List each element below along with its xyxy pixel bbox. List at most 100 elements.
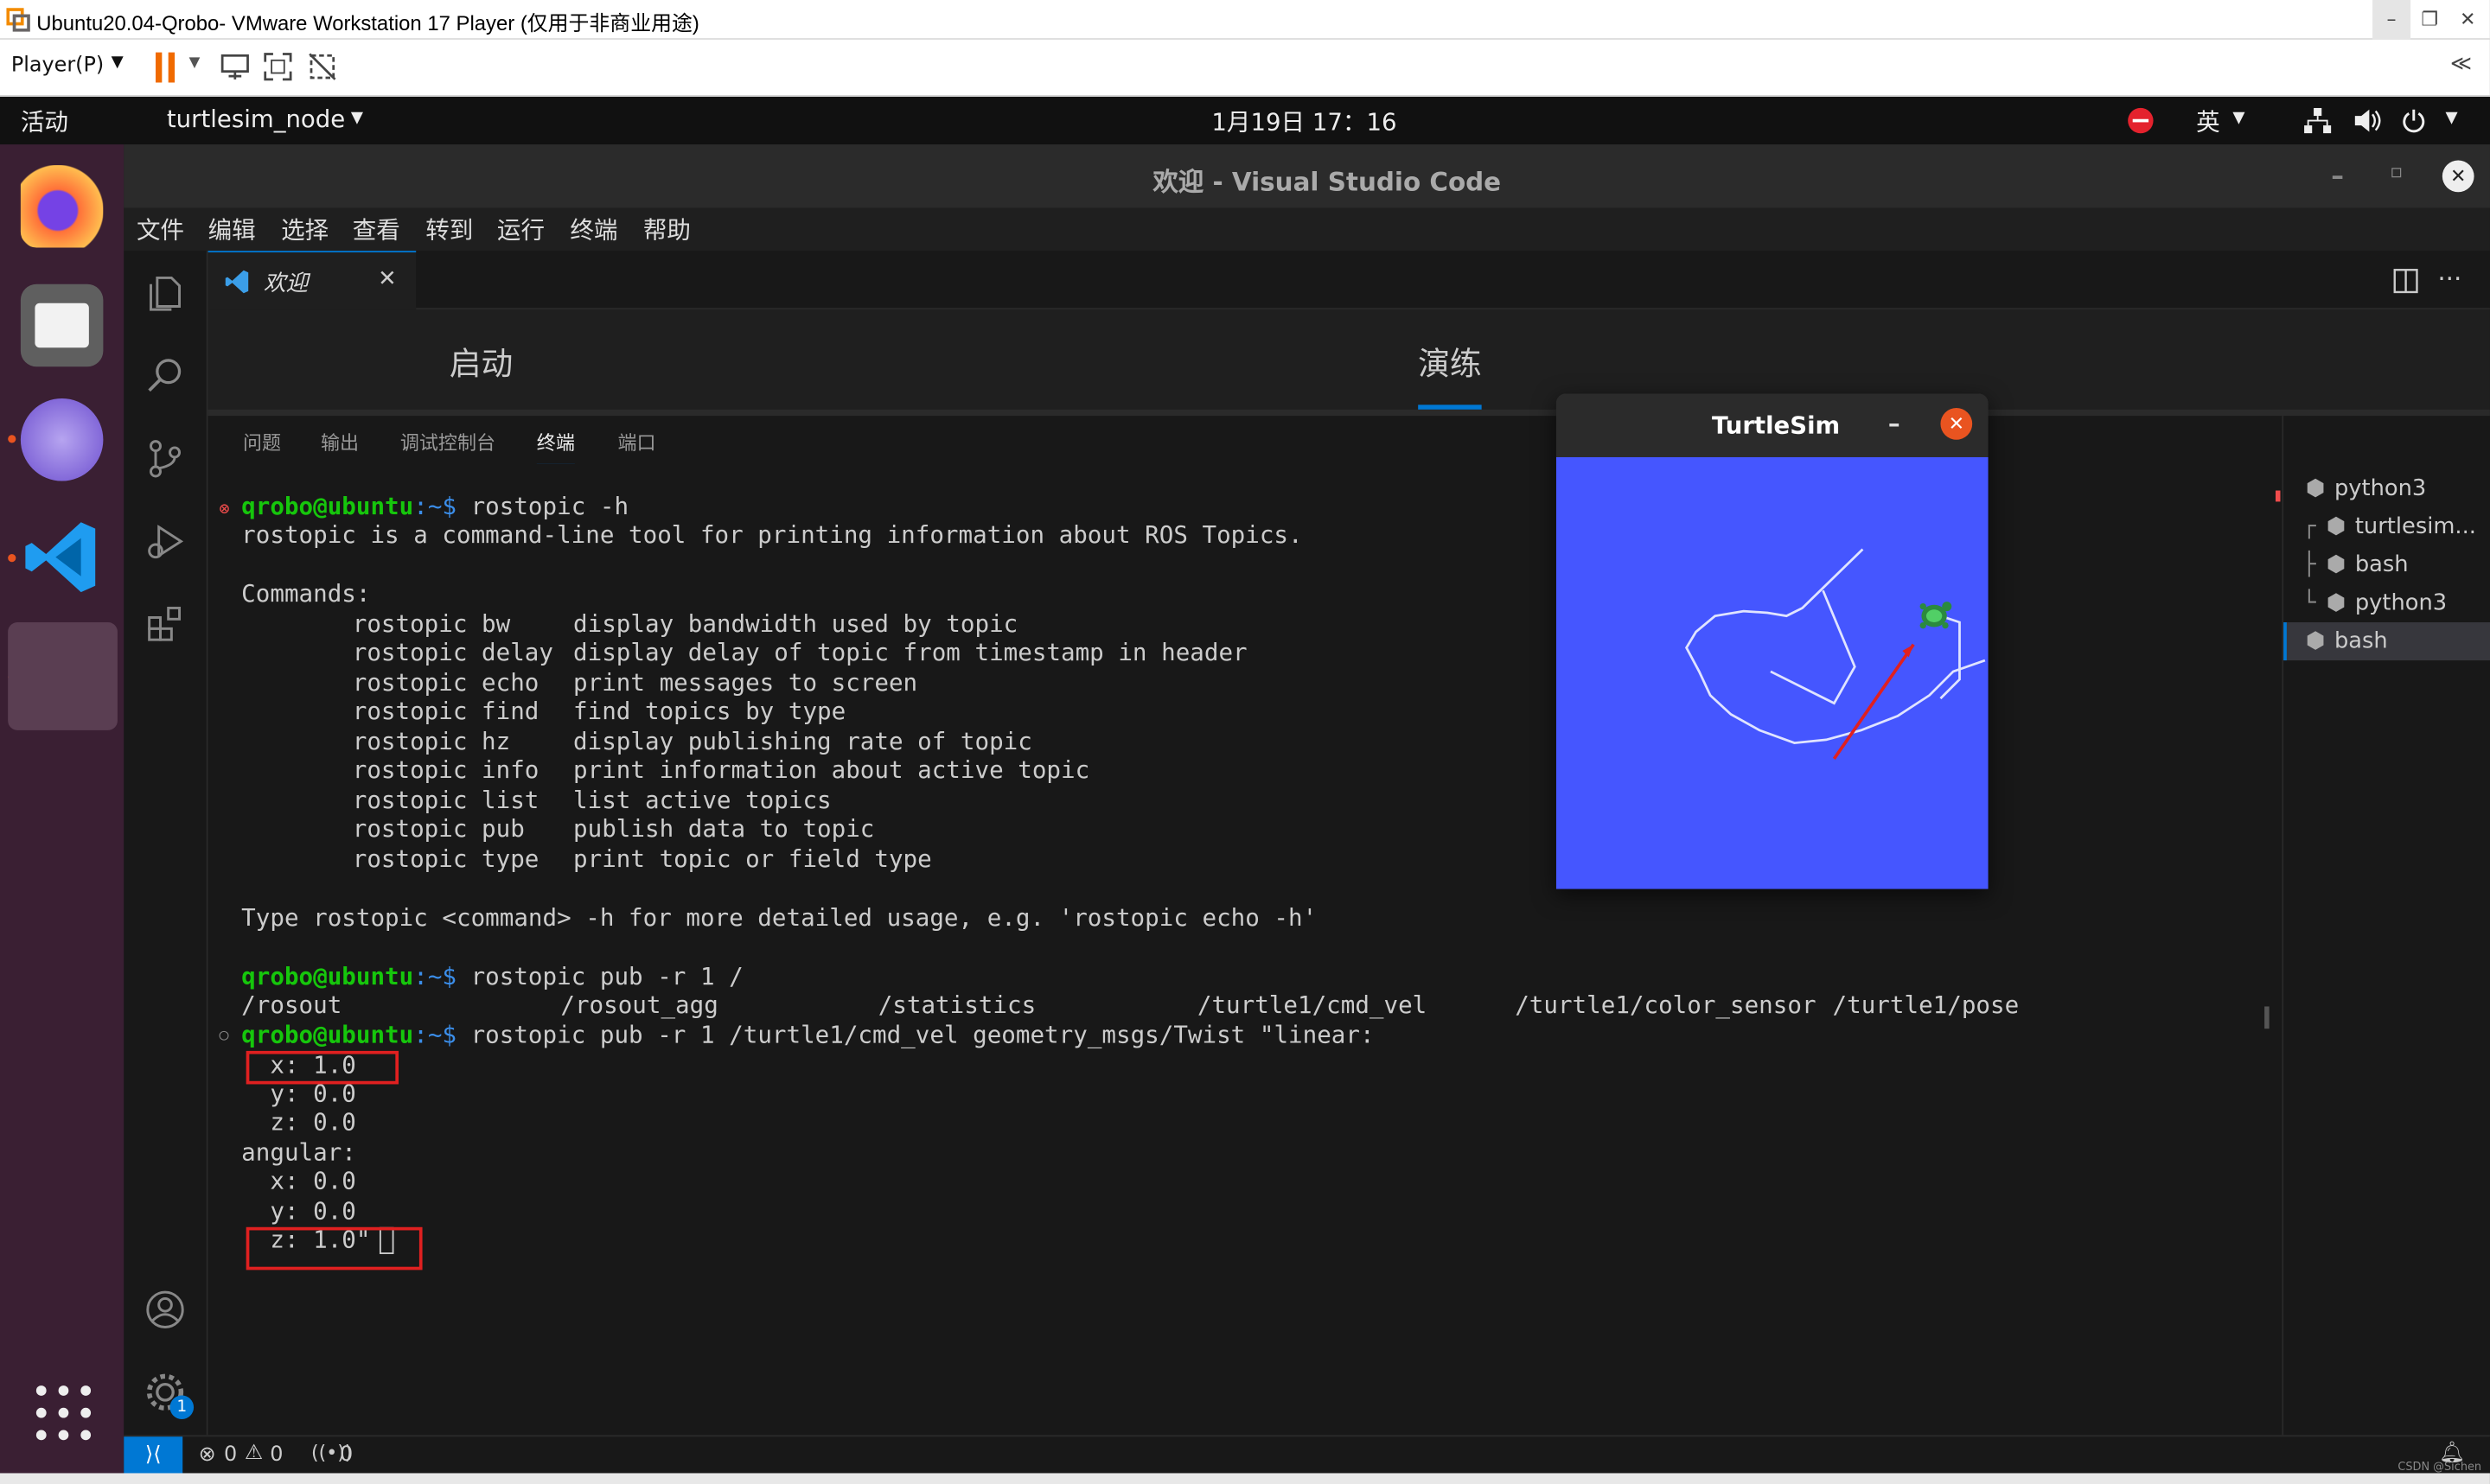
- running-indicator: [8, 554, 16, 563]
- turtlesim-window[interactable]: TurtleSim – ✕: [1555, 393, 1989, 889]
- menu-view[interactable]: 查看: [353, 213, 400, 246]
- terminal-item-label: turtlesim...: [2354, 514, 2476, 540]
- error-count[interactable]: 0: [224, 1443, 237, 1468]
- chevron-down-icon[interactable]: ▼: [189, 55, 201, 71]
- desktop: Ubuntu20.04-Qrobo- VMware Workstation 17…: [0, 0, 2490, 1484]
- rviz-app-icon[interactable]: [20, 398, 104, 481]
- activity-bar: 1: [124, 251, 208, 1436]
- command-desc: display publishing rate of topic: [573, 727, 1032, 756]
- terminal-item[interactable]: ⬢ python3: [2283, 470, 2490, 508]
- player-menu[interactable]: Player(P): [11, 54, 104, 78]
- minimize-button[interactable]: –: [2372, 0, 2411, 40]
- menu-selection[interactable]: 选择: [281, 213, 329, 246]
- topic: /turtle1/color_sensor: [1515, 990, 1816, 1020]
- unity-mode-icon[interactable]: [306, 51, 338, 83]
- chevron-down-icon[interactable]: ▼: [2446, 110, 2458, 127]
- turtlesim-title: TurtleSim: [1711, 411, 1841, 440]
- terminal-item[interactable]: ┌ ⬢ turtlesim...: [2283, 508, 2490, 546]
- fullscreen-icon[interactable]: [262, 51, 294, 83]
- turtle-icon: [1919, 602, 1952, 629]
- maximize-button[interactable]: ▫: [2390, 161, 2403, 183]
- show-applications-icon[interactable]: [35, 1385, 92, 1442]
- command-name: rostopic type: [352, 844, 540, 874]
- restore-button[interactable]: ❐: [2410, 0, 2448, 40]
- menu-edit[interactable]: 编辑: [208, 213, 256, 246]
- command-name: rostopic delay: [352, 638, 553, 667]
- search-icon[interactable]: [143, 354, 187, 398]
- collapse-toolbar-icon[interactable]: ≪: [2450, 53, 2472, 77]
- chevron-down-icon[interactable]: ▼: [351, 110, 363, 127]
- error-decoration-icon[interactable]: ⊗: [219, 499, 229, 519]
- clock[interactable]: 1月19日 17：16: [1211, 105, 1396, 138]
- command-desc: print topic or field type: [573, 844, 932, 874]
- source-control-icon[interactable]: [143, 436, 187, 481]
- volume-icon[interactable]: [2353, 108, 2382, 133]
- terminal-item[interactable]: └ ⬢ python3: [2283, 584, 2490, 622]
- close-button[interactable]: ✕: [2448, 0, 2487, 40]
- topic: /rosout_agg: [560, 990, 718, 1020]
- close-button[interactable]: ✕: [2442, 160, 2474, 193]
- error-marker: [2275, 490, 2281, 502]
- tab-output[interactable]: 输出: [321, 429, 359, 455]
- files-icon[interactable]: [20, 283, 104, 367]
- command-desc: display bandwidth used by topic: [573, 609, 1018, 639]
- tab-problems[interactable]: 问题: [243, 429, 281, 455]
- tab-debug-console[interactable]: 调试控制台: [400, 429, 495, 455]
- topic: /statistics: [878, 990, 1037, 1020]
- minimize-button[interactable]: –: [1888, 410, 1900, 438]
- terminal-item-active[interactable]: ⬢ bash: [2283, 621, 2490, 661]
- command-desc: publish data to topic: [573, 814, 875, 844]
- tab-terminal[interactable]: 终端: [536, 429, 575, 466]
- menu-run[interactable]: 运行: [497, 213, 545, 246]
- send-keys-icon[interactable]: [219, 51, 251, 83]
- remote-indicator[interactable]: ⟩⟨: [124, 1436, 183, 1475]
- ubuntu-topbar: 活动 turtlesim_node ▼ 1月19日 17：16 英 ▼ ▼: [0, 97, 2490, 145]
- warning-count[interactable]: 0: [270, 1443, 283, 1468]
- input-method-indicator[interactable]: 英: [2196, 105, 2220, 138]
- split-editor-icon[interactable]: [2393, 268, 2418, 294]
- extensions-icon[interactable]: [143, 602, 187, 646]
- vscode-icon[interactable]: [21, 516, 104, 599]
- command-name: rostopic pub: [352, 814, 525, 844]
- chevron-down-icon[interactable]: ▼: [112, 54, 124, 71]
- menu-go[interactable]: 转到: [425, 213, 473, 246]
- close-button[interactable]: ✕: [1940, 408, 1973, 440]
- app-menu[interactable]: turtlesim_node: [167, 105, 345, 133]
- terminal-item-label: python3: [2334, 476, 2427, 502]
- terminal-item[interactable]: ├ ⬢ bash: [2283, 546, 2490, 584]
- menu-terminal[interactable]: 终端: [570, 213, 617, 246]
- vscode-menubar: 文件 编辑 选择 查看 转到 运行 终端 帮助: [124, 207, 2490, 252]
- vscode-titlebar: 欢迎 - Visual Studio Code – ▫ ✕: [124, 144, 2490, 208]
- turtlesim-titlebar[interactable]: TurtleSim – ✕: [1555, 393, 1989, 457]
- terminal-icon: ⬢: [2305, 628, 2326, 654]
- do-not-disturb-icon[interactable]: [2128, 107, 2154, 134]
- ports-count[interactable]: 0: [340, 1443, 353, 1468]
- account-icon[interactable]: [143, 1288, 187, 1332]
- warning-icon[interactable]: ⚠: [245, 1442, 263, 1466]
- explorer-icon[interactable]: [143, 271, 187, 315]
- tab-welcome[interactable]: 欢迎 ✕: [208, 251, 417, 310]
- more-actions-icon[interactable]: ···: [2437, 264, 2461, 294]
- turtlesim-canvas: [1555, 456, 1989, 889]
- chevron-down-icon[interactable]: ▼: [2232, 110, 2244, 127]
- activities-button[interactable]: 活动: [21, 105, 68, 138]
- close-tab-icon[interactable]: ✕: [378, 267, 397, 292]
- terminal-line: qrobo@ubuntu:~$ rostopic pub -r 1 /turtl…: [241, 1020, 1375, 1050]
- command-decoration-icon[interactable]: ○: [219, 1027, 228, 1044]
- tab-ports[interactable]: 端口: [617, 429, 655, 455]
- terminal-line: y: 0.0: [241, 1196, 356, 1226]
- firefox-icon[interactable]: [20, 165, 104, 248]
- turtlesim-dock-item[interactable]: [8, 621, 118, 730]
- pause-icon[interactable]: [155, 52, 178, 83]
- power-icon[interactable]: [2401, 108, 2426, 133]
- error-icon[interactable]: ⊗: [199, 1443, 216, 1468]
- minimize-button[interactable]: –: [2331, 161, 2344, 191]
- terminal-scrollbar[interactable]: [2264, 1006, 2270, 1029]
- network-icon[interactable]: [2304, 107, 2332, 134]
- run-debug-icon[interactable]: [143, 519, 187, 564]
- terminal-line: x: 0.0: [241, 1166, 356, 1196]
- watermark: CSDN @Sichen: [2397, 1460, 2482, 1474]
- menu-file[interactable]: 文件: [137, 213, 184, 246]
- vmware-toolbar: Player(P) ▼ ▼ ≪: [0, 39, 2490, 98]
- menu-help[interactable]: 帮助: [643, 213, 691, 246]
